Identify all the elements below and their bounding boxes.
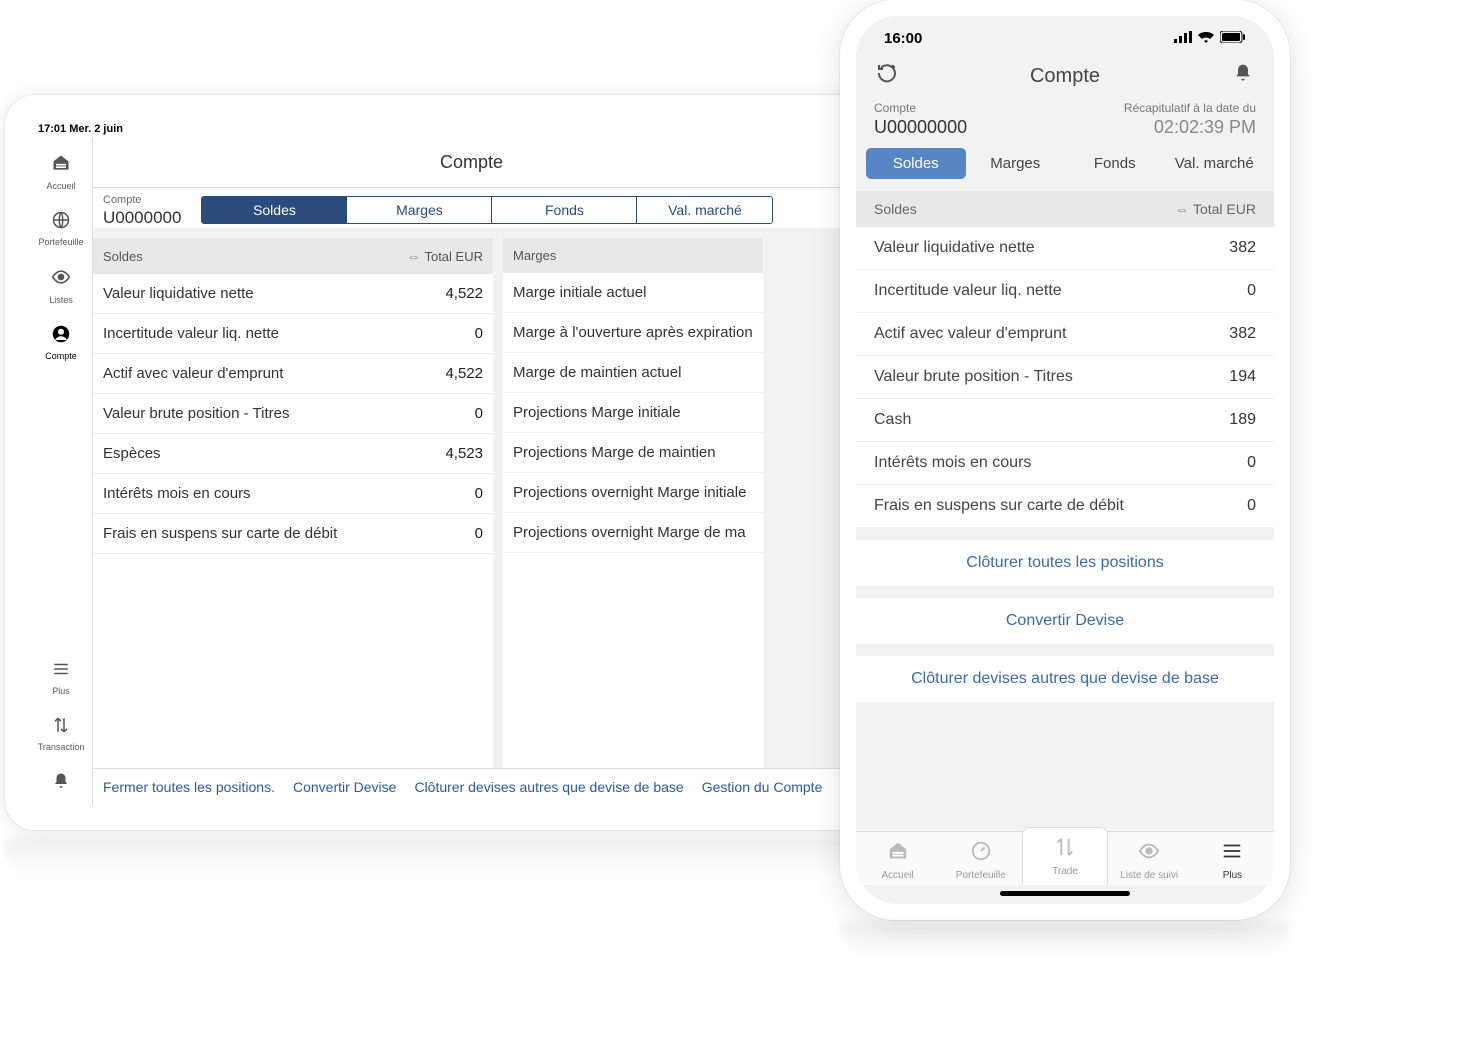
table-row[interactable]: Valeur liquidative nette382	[856, 227, 1274, 270]
tabbar-accueil[interactable]: Accueil	[856, 832, 939, 885]
eye-icon	[1138, 840, 1160, 867]
tablet-device: 17:01 Mer. 2 juin Accueil Portefeuille	[5, 95, 875, 830]
segment-control: Soldes Marges Fonds Val. marché	[201, 196, 773, 224]
menu-icon	[52, 660, 70, 683]
phone-device: 16:00 Compte Compte U00000000 Récapitula	[840, 0, 1290, 920]
refresh-add-icon[interactable]	[874, 61, 900, 91]
table-row[interactable]: Espèces4,523	[93, 434, 493, 474]
table-row[interactable]: Marge de maintien actuel	[503, 353, 763, 393]
panel-marges-title: Marges	[513, 248, 556, 263]
globe-icon	[52, 211, 70, 234]
action-close-all[interactable]: Clôturer toutes les positions	[856, 540, 1274, 586]
account-label: Compte	[874, 101, 967, 115]
tabbar-trade[interactable]: Trade	[1022, 827, 1107, 885]
panel-soldes: Soldes Total EUR Valeur liquidative nett…	[93, 238, 493, 768]
tab-val-marche[interactable]: Val. marché	[1165, 148, 1265, 179]
table-row[interactable]: Frais en suspens sur carte de débit0	[93, 514, 493, 554]
wifi-icon	[1198, 30, 1214, 47]
swap-icon[interactable]	[406, 248, 420, 264]
phone-account-header: Compte U00000000 Récapitulatif à la date…	[856, 101, 1274, 148]
sidebar-item-plus[interactable]: Plus	[30, 650, 92, 706]
account-label: Compte	[103, 194, 181, 206]
link-close-fx[interactable]: Clôturer devises autres que devise de ba…	[414, 779, 683, 795]
table-row[interactable]: Intérêts mois en cours0	[856, 442, 1274, 485]
tablet-sidebar: Accueil Portefeuille Listes	[30, 138, 93, 805]
battery-icon	[1220, 30, 1246, 47]
panel-soldes-title: Soldes	[103, 249, 143, 264]
table-row[interactable]: Intérêts mois en cours0	[93, 474, 493, 514]
phone-segment-control: Soldes Marges Fonds Val. marché	[856, 148, 1274, 191]
tab-marges[interactable]: Marges	[966, 148, 1066, 179]
panel-marges: Marges Marge initiale actuel Marge à l'o…	[503, 238, 763, 768]
sidebar-item-listes[interactable]: Listes	[30, 257, 92, 315]
phone-tabbar: Accueil Portefeuille Trade Liste de suiv…	[856, 831, 1274, 885]
gauge-icon	[970, 840, 992, 867]
table-row[interactable]: Frais en suspens sur carte de débit0	[856, 485, 1274, 528]
footer-links: Fermer toutes les positions. Convertir D…	[93, 768, 850, 805]
action-close-fx[interactable]: Clôturer devises autres que devise de ba…	[856, 656, 1274, 702]
link-manage-account[interactable]: Gestion du Compte	[702, 779, 823, 795]
phone-titlebar: Compte	[856, 55, 1274, 101]
table-row[interactable]: Projections Marge de maintien	[503, 433, 763, 473]
page-title: Compte	[93, 138, 850, 187]
tabbar-plus[interactable]: Plus	[1191, 832, 1274, 885]
transfer-icon	[1054, 836, 1076, 863]
tabbar-liste[interactable]: Liste de suivi	[1108, 832, 1191, 885]
link-close-all[interactable]: Fermer toutes les positions.	[103, 779, 275, 795]
phone-statusbar: 16:00	[856, 16, 1274, 55]
account-number: U0000000	[103, 208, 181, 228]
menu-icon	[1221, 840, 1243, 867]
table-row[interactable]: Cash189	[856, 399, 1274, 442]
statusbar-time: 16:00	[884, 30, 922, 47]
eye-icon	[51, 267, 71, 292]
sidebar-item-transaction[interactable]: Transaction	[30, 706, 92, 762]
table-row[interactable]: Projections overnight Marge de ma	[503, 513, 763, 553]
tab-val-marche[interactable]: Val. marché	[637, 197, 772, 223]
total-currency-label: Total EUR	[1193, 201, 1256, 217]
table-row[interactable]: Incertitude valeur liq. nette0	[856, 270, 1274, 313]
sidebar-item-portefeuille[interactable]: Portefeuille	[30, 201, 92, 257]
tab-marges[interactable]: Marges	[347, 197, 492, 223]
table-row[interactable]: Valeur brute position - Titres0	[93, 394, 493, 434]
bell-icon[interactable]	[1230, 63, 1256, 89]
home-icon	[51, 153, 71, 178]
tab-soldes[interactable]: Soldes	[202, 197, 347, 223]
table-row[interactable]: Projections overnight Marge initiale	[503, 473, 763, 513]
table-row[interactable]: Actif avec valeur d'emprunt382	[856, 313, 1274, 356]
tablet-account-header: Compte U0000000 Soldes Marges Fonds Val.…	[93, 187, 850, 228]
tablet-main: Compte Compte U0000000 Soldes Marges Fon…	[93, 138, 850, 805]
summary-time: 02:02:39 PM	[1124, 117, 1256, 138]
sidebar-item-notifications[interactable]	[30, 762, 92, 805]
table-row[interactable]: Projections Marge initiale	[503, 393, 763, 433]
phone-page-title: Compte	[1030, 65, 1100, 88]
summary-label: Récapitulatif à la date du	[1124, 101, 1256, 115]
tablet-statusbar: 17:01 Mer. 2 juin	[30, 120, 850, 138]
swap-icon[interactable]	[1175, 201, 1189, 217]
table-row[interactable]: Marge à l'ouverture après expiration	[503, 313, 763, 353]
total-currency-label: Total EUR	[424, 249, 483, 264]
tab-fonds[interactable]: Fonds	[492, 197, 637, 223]
tabbar-portefeuille[interactable]: Portefeuille	[939, 832, 1022, 885]
account-number: U00000000	[874, 117, 967, 138]
link-convert[interactable]: Convertir Devise	[293, 779, 396, 795]
phone-screen: 16:00 Compte Compte U00000000 Récapitula	[856, 16, 1274, 904]
tablet-screen: 17:01 Mer. 2 juin Accueil Portefeuille	[30, 120, 850, 805]
action-convert[interactable]: Convertir Devise	[856, 598, 1274, 644]
table-row[interactable]: Actif avec valeur d'emprunt4,522	[93, 354, 493, 394]
signal-icon	[1174, 30, 1192, 47]
home-indicator[interactable]	[1000, 891, 1130, 896]
user-icon	[52, 325, 70, 348]
tab-soldes[interactable]: Soldes	[866, 148, 966, 179]
sidebar-item-accueil[interactable]: Accueil	[30, 143, 92, 201]
home-icon	[887, 840, 909, 867]
table-row[interactable]: Incertitude valeur liq. nette0	[93, 314, 493, 354]
transfer-icon	[52, 716, 70, 739]
tab-fonds[interactable]: Fonds	[1065, 148, 1165, 179]
table-row[interactable]: Marge initiale actuel	[503, 273, 763, 313]
sidebar-item-compte[interactable]: Compte	[30, 315, 92, 371]
table-row[interactable]: Valeur liquidative nette4,522	[93, 274, 493, 314]
bell-icon	[52, 772, 70, 795]
table-row[interactable]: Valeur brute position - Titres194	[856, 356, 1274, 399]
section-header: Soldes Total EUR	[856, 191, 1274, 227]
